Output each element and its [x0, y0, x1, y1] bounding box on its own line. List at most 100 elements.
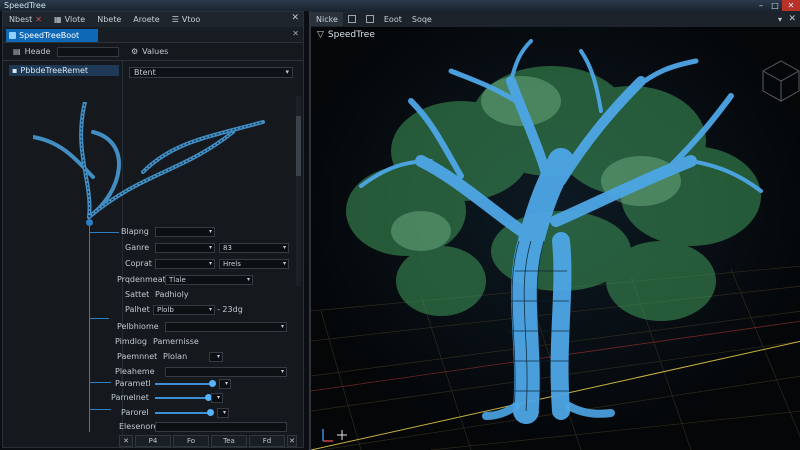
connector-branch — [89, 318, 109, 319]
property-value: Plolan — [163, 352, 188, 361]
chevron-down-icon: ▾ — [224, 380, 228, 387]
toolbar-button[interactable]: P4 — [135, 435, 171, 447]
slider-knob[interactable] — [207, 409, 214, 416]
property-label: Pelbhiome — [117, 322, 159, 331]
property-slider[interactable] — [155, 412, 209, 414]
chevron-down-icon: ▾ — [280, 323, 284, 330]
property-label: Parorel — [121, 408, 149, 417]
tree-item-root[interactable]: ▪ PbbdeTreeRemet — [9, 65, 119, 76]
chevron-down-icon: ▾ — [246, 276, 250, 283]
minimize-icon[interactable]: – — [754, 0, 768, 11]
chevron-down-icon: ▾ — [216, 394, 220, 401]
viewport-panel: Nicke Eoot Soqe ▾ ✕ ▽ SpeedTree — [309, 11, 800, 450]
viewport-title: ▽ SpeedTree — [317, 30, 375, 40]
property-dropdown[interactable]: ▾ — [155, 243, 215, 253]
property-dropdown[interactable]: ▾ — [219, 379, 231, 389]
property-value[interactable]: 83 ▾ — [219, 243, 289, 253]
layers-icon: ▤ — [13, 47, 21, 56]
property-value[interactable]: Hrels ▾ — [219, 259, 289, 269]
property-dropdown[interactable]: ▾ — [165, 322, 287, 332]
scroll-thumb[interactable] — [296, 116, 301, 176]
property-row: Pelbhiome ▾ — [3, 321, 303, 333]
menu-item-aroete[interactable]: Aroete — [127, 15, 165, 24]
property-label: Elesenore — [119, 422, 159, 431]
property-row: Sattet Padhioly — [3, 289, 303, 301]
list-icon: ☰ — [171, 15, 179, 24]
menu-item-vtoo[interactable]: ☰ Vtoo — [166, 15, 207, 24]
window-controls: – □ ✕ — [754, 0, 800, 11]
pin-icon[interactable]: ✕ — [292, 29, 299, 38]
viewport-tab-bar: Nicke Eoot Soqe ▾ ✕ — [311, 11, 800, 27]
property-row: Pleaheme ▾ — [3, 366, 303, 378]
grid-icon: ▦ — [54, 15, 62, 24]
property-dropdown[interactable]: ▾ — [217, 408, 229, 418]
panel-menu-bar: Nbest ✕ ▦ Vlote Nbete Aroete ☰ Vtoo ✕ — [3, 12, 303, 27]
values-label: ⚙ Values — [131, 47, 169, 56]
tab-speedtree-boot[interactable]: SpeedTreeBoot — [6, 29, 98, 42]
property-row: Elesenore — [3, 421, 303, 433]
close-icon[interactable]: ✕ — [788, 14, 796, 24]
node-editor-panel: Nbest ✕ ▦ Vlote Nbete Aroete ☰ Vtoo ✕ Speed… — [2, 11, 304, 449]
close-icon[interactable]: ✕ — [287, 435, 297, 447]
property-label: Parnelnet — [111, 393, 149, 402]
stat-select[interactable]: Btent ▾ — [129, 67, 293, 78]
property-value: Padhioly — [155, 290, 189, 299]
property-label: Pimdlog — [115, 337, 147, 346]
tab-icon-1[interactable] — [343, 15, 361, 23]
hierarchy-header: ▤ Heade ⚙ Values — [3, 43, 303, 61]
chevron-down-icon: ▾ — [208, 260, 212, 267]
property-label: Paemnnet — [117, 352, 158, 361]
menu-item-nbete[interactable]: Nbete — [91, 15, 127, 24]
chevron-down-icon: ▾ — [216, 353, 220, 360]
menu-item-vlote[interactable]: ▦ Vlote — [48, 15, 91, 24]
hierarchy-select[interactable] — [57, 47, 119, 57]
frame-icon — [365, 15, 374, 23]
property-dropdown[interactable]: ▾ — [165, 367, 287, 377]
property-dropdown[interactable]: ▾ — [209, 352, 223, 362]
axis-gizmo-icon — [322, 429, 347, 442]
property-value: - 23dg — [217, 305, 243, 314]
tree-doc-icon — [9, 32, 16, 39]
title-bar: SpeedTree – □ ✕ — [0, 0, 800, 11]
tab-icon-2[interactable] — [361, 15, 379, 23]
property-dropdown[interactable]: Tlale ▾ — [165, 275, 253, 285]
pin-icon[interactable]: ▾ — [778, 15, 782, 24]
slider-knob[interactable] — [209, 380, 216, 387]
tab-soqe[interactable]: Soqe — [407, 15, 437, 24]
tree-viewport-scene[interactable] — [311, 11, 800, 450]
tab-nicke[interactable]: Nicke — [311, 12, 343, 26]
property-row: Ganre ▾ 83 ▾ — [3, 242, 303, 254]
property-row: Parnelnet ▾ — [3, 392, 303, 404]
app-title: SpeedTree — [4, 1, 46, 10]
property-label: Ganre — [125, 243, 150, 252]
chevron-down-icon: ▾ — [208, 228, 212, 235]
maximize-icon[interactable]: □ — [768, 0, 782, 11]
property-label: Coprat — [125, 259, 152, 268]
menu-item-nbest[interactable]: Nbest ✕ — [3, 15, 48, 24]
property-label: Sattet — [125, 290, 150, 299]
property-dropdown[interactable]: ▾ — [155, 227, 215, 237]
toolbar-button[interactable]: Tea — [211, 435, 247, 447]
property-row: Pimdlog Pamernisse — [3, 336, 303, 348]
chevron-down-icon: ▾ — [222, 409, 226, 416]
panel-tab-row: SpeedTreeBoot ✕ — [3, 27, 303, 43]
property-row: Coprat ▾ Hrels ▾ — [3, 258, 303, 270]
tab-eoot[interactable]: Eoot — [379, 15, 407, 24]
property-dropdown[interactable]: ▾ — [155, 259, 215, 269]
property-slider[interactable] — [155, 383, 211, 385]
property-row: Palhet Plolb ▾ - 23dg — [3, 304, 303, 316]
filter-icon: ▽ — [317, 30, 324, 40]
close-icon[interactable]: ✕ — [35, 15, 42, 24]
property-row: Paemnnet Plolan ▾ — [3, 351, 303, 363]
toolbar-button[interactable]: Fo — [173, 435, 209, 447]
property-dropdown[interactable]: Plolb ▾ — [153, 305, 215, 315]
close-icon[interactable]: ✕ — [782, 0, 800, 11]
property-input[interactable] — [155, 422, 287, 432]
property-slider[interactable] — [155, 397, 207, 399]
close-icon[interactable]: ✕ — [119, 435, 133, 447]
toolbar-button[interactable]: Fd — [249, 435, 285, 447]
chevron-down-icon: ▾ — [282, 260, 286, 267]
close-icon[interactable]: ✕ — [291, 13, 299, 23]
values-panel: Btent ▾ — [123, 61, 303, 101]
property-dropdown[interactable]: ▾ — [211, 393, 223, 403]
